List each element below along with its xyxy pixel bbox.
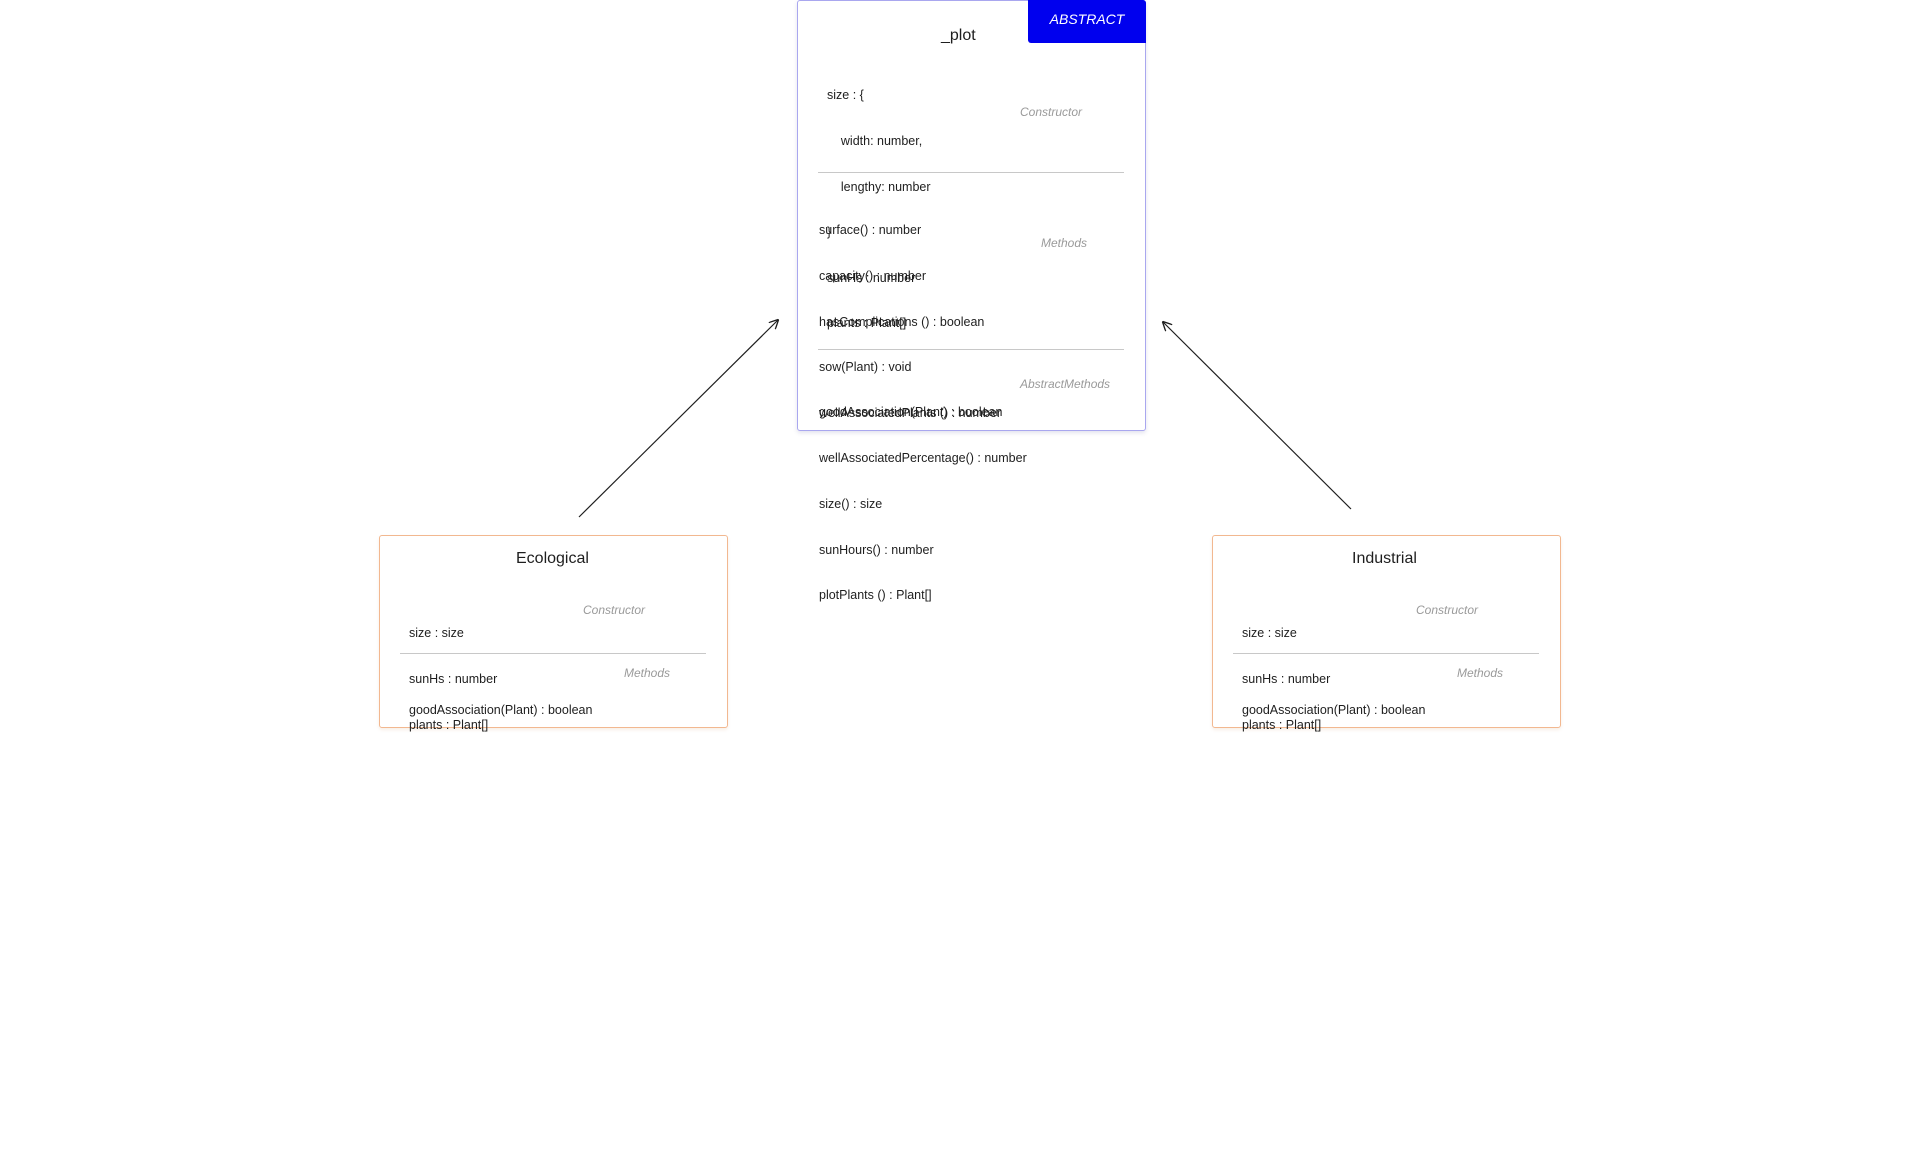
method-line: plotPlants () : Plant[]	[819, 588, 932, 603]
constructor-note: Constructor	[1416, 603, 1479, 617]
section-divider	[818, 349, 1124, 350]
method-list: goodAssociation(Plant) : boolean	[409, 673, 592, 749]
method-line: size() : size	[819, 497, 883, 512]
field-line: size : size	[409, 626, 464, 641]
section-divider	[400, 653, 706, 654]
methods-note: Methods	[624, 666, 671, 680]
method-line: goodAssociation(Plant) : boolean	[1242, 703, 1426, 718]
method-line: sunHours() : number	[819, 542, 934, 557]
class-title: _plot	[941, 27, 976, 44]
method-line: sow(Plant) : void	[819, 360, 912, 375]
abstract-methods-note: AbstractMethods	[1020, 377, 1111, 391]
method-line: wellAssociatedPercentage() : number	[819, 451, 1027, 466]
abstract-class-plot[interactable]: ABSTRACT _plot size : { width: number, l…	[797, 0, 1146, 602]
abstract-method-list: goodAssociation(Plant) : boolean	[819, 375, 1002, 451]
method-line: goodAssociation(Plant) : boolean	[819, 405, 1003, 420]
abstract-badge: ABSTRACT	[1028, 0, 1146, 43]
class-industrial[interactable]: Industrial size : size sunHs : number pl…	[1212, 535, 1561, 732]
methods-note: Methods	[1457, 666, 1504, 680]
ecological-inherits-arrow	[578, 320, 778, 518]
industrial-inherits-arrow	[1163, 322, 1352, 510]
class-title: Industrial	[1352, 550, 1417, 567]
constructor-note: Constructor	[1020, 105, 1083, 119]
field-line: size : size	[1242, 626, 1297, 641]
class-title: Ecological	[516, 550, 589, 567]
section-divider	[1233, 653, 1539, 654]
constructor-note: Constructor	[583, 603, 646, 617]
field-line: size : {	[827, 88, 864, 103]
method-line: surface() : number	[819, 223, 922, 238]
method-list: goodAssociation(Plant) : boolean	[1242, 673, 1425, 749]
methods-note: Methods	[1041, 236, 1088, 250]
method-line: hasComplications () : boolean	[819, 314, 985, 329]
method-line: capacity() : number	[819, 269, 926, 284]
method-line: goodAssociation(Plant) : boolean	[409, 703, 593, 718]
field-line: width: number,	[827, 134, 923, 149]
class-ecological[interactable]: Ecological size : size sunHs : number pl…	[379, 535, 728, 732]
section-divider	[818, 172, 1124, 173]
